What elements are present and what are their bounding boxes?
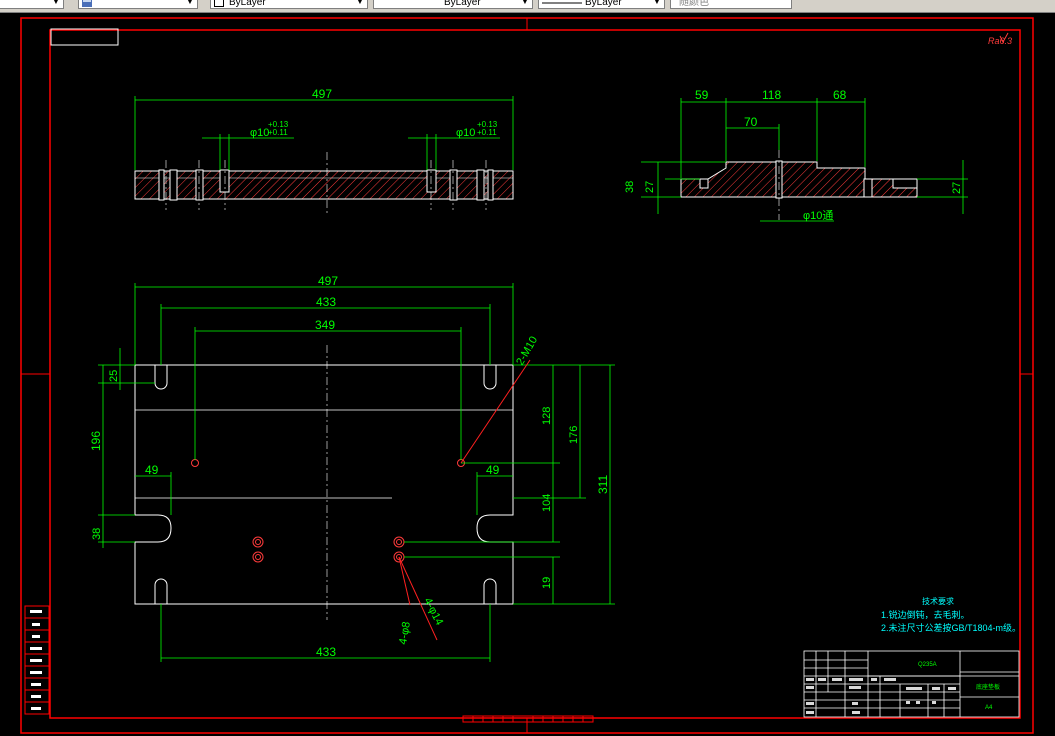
dim-side-through-hole: φ10通 <box>803 209 833 222</box>
dim-plan-311: 311 <box>596 475 610 494</box>
svg-text:技术要求: 技术要求 <box>922 596 954 606</box>
title-block-part-name: 底座垫板 <box>976 683 1000 691</box>
dim-plan-slot-pitch: 433 <box>316 295 336 309</box>
dim-side-38: 38 <box>624 181 636 193</box>
chevron-down-icon[interactable]: ▼ <box>651 0 663 8</box>
dim-plan-bottom-433: 433 <box>316 645 336 659</box>
chevron-down-icon[interactable]: ▼ <box>519 0 531 8</box>
dim-top-hole-right: φ10 <box>456 127 475 139</box>
dim-side-27-left: 27 <box>644 181 656 193</box>
dim-plan-tap-pitch: 349 <box>315 318 335 332</box>
dim-side-70: 70 <box>744 115 758 129</box>
plotstyle-combo[interactable]: 随颜色 <box>670 0 792 9</box>
svg-text:Ra6.3: Ra6.3 <box>988 36 1012 46</box>
svg-text:+0.11: +0.11 <box>477 128 497 137</box>
layer-icon <box>82 0 92 7</box>
dim-top-length: 497 <box>312 87 332 101</box>
title-block-material: Q235A <box>918 662 937 668</box>
dim-side-59: 59 <box>695 88 709 102</box>
dim-top-hole-left: φ10 <box>250 127 269 139</box>
title-block-sheet-size: A4 <box>985 705 993 711</box>
linetype-combo[interactable]: ByLayer ▼ <box>373 0 533 9</box>
dim-plan-overall-length: 497 <box>318 274 338 288</box>
dim-plan-49-right: 49 <box>486 463 500 477</box>
layer-state-combo[interactable]: ▼ <box>78 0 198 9</box>
dim-plan-19: 19 <box>541 577 553 589</box>
layer-combo[interactable]: ▼ <box>0 0 64 9</box>
dim-side-27-right: 27 <box>951 182 963 194</box>
dim-plan-38: 38 <box>91 528 103 540</box>
color-combo[interactable]: ByLayer ▼ <box>210 0 368 9</box>
properties-toolbar: ▼ ▼ ByLayer ▼ ByLayer ▼ ByLayer ▼ 随颜色 <box>0 0 1055 13</box>
chevron-down-icon[interactable]: ▼ <box>50 0 62 8</box>
chevron-down-icon[interactable]: ▼ <box>184 0 196 8</box>
dim-plan-128: 128 <box>541 407 553 425</box>
dim-side-118: 118 <box>762 88 781 102</box>
chevron-down-icon[interactable]: ▼ <box>354 0 366 8</box>
lineweight-combo[interactable]: ByLayer ▼ <box>538 0 665 9</box>
dim-plan-104: 104 <box>541 494 553 512</box>
dim-plan-49-left: 49 <box>145 463 159 477</box>
drawing-canvas[interactable]: Ra6.3 497 φ10 +0.13 +0.11 φ10 +0.13 +0.1… <box>0 13 1055 736</box>
color-swatch-icon <box>214 0 224 7</box>
dim-plan-25: 25 <box>108 370 120 382</box>
svg-text:+0.11: +0.11 <box>268 128 288 137</box>
lineweight-sample-icon <box>542 2 582 4</box>
dim-plan-176: 176 <box>568 426 580 444</box>
dim-plan-196: 196 <box>89 431 103 451</box>
dim-side-68: 68 <box>833 88 847 102</box>
svg-text:1.锐边倒钝，去毛刺。: 1.锐边倒钝，去毛刺。 <box>881 609 970 620</box>
svg-text:2.未注尺寸公差按GB/T1804-m级。: 2.未注尺寸公差按GB/T1804-m级。 <box>881 622 1021 633</box>
